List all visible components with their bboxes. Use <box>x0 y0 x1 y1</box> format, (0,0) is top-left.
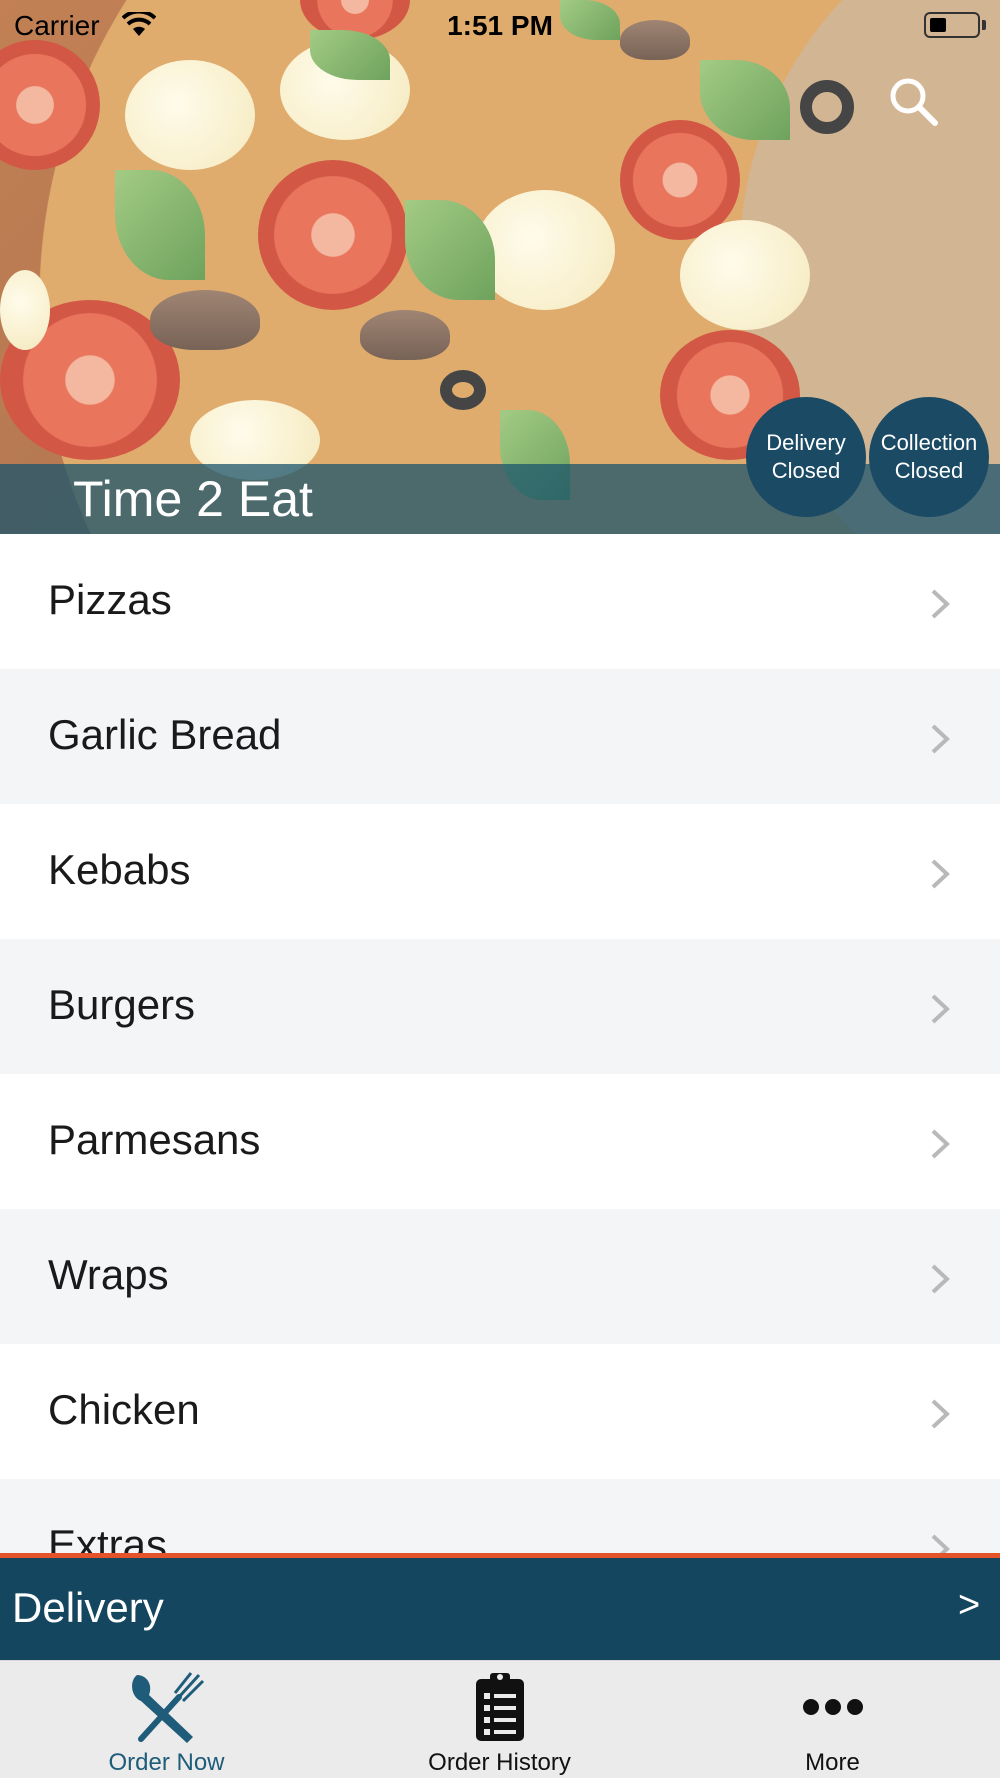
order-mode-bar[interactable]: Delivery > <box>0 1553 1000 1660</box>
clock-time: 1:51 PM <box>447 10 553 41</box>
menu-item-label: Pizzas <box>48 576 172 623</box>
tab-order-now[interactable]: Order Now <box>0 1661 333 1778</box>
fork-knife-icon <box>131 1672 204 1743</box>
battery-tip <box>982 20 986 30</box>
delivery-status-line1: Delivery <box>766 430 846 455</box>
tab-order-history[interactable]: Order History <box>333 1661 666 1778</box>
more-dots-icon <box>802 1699 863 1715</box>
menu-item-label: Kebabs <box>48 846 191 893</box>
order-mode-arrow: > <box>958 1584 981 1626</box>
order-mode-label: Delivery <box>12 1584 164 1631</box>
chevron-right-icon <box>931 1264 950 1294</box>
menu-category-list: Pizzas Garlic Bread Kebabs Burgers Parme… <box>0 534 1000 1554</box>
tab-label: More <box>805 1749 860 1776</box>
menu-item-garlic-bread[interactable]: Garlic Bread <box>0 669 1000 804</box>
menu-item-label: Extras <box>48 1521 168 1554</box>
chevron-right-icon <box>931 724 950 754</box>
delivery-status-badge[interactable]: Delivery Closed <box>746 397 866 517</box>
chevron-right-icon <box>931 589 950 619</box>
menu-item-label: Chicken <box>48 1386 200 1433</box>
chevron-right-icon <box>931 1129 950 1159</box>
clipboard-list-icon <box>475 1673 524 1741</box>
collection-status-badge[interactable]: Collection Closed <box>869 397 989 517</box>
delivery-status-line2: Closed <box>771 458 841 483</box>
chevron-right-icon <box>931 1399 950 1429</box>
menu-item-label: Garlic Bread <box>48 711 282 758</box>
tab-label: Order Now <box>108 1749 225 1776</box>
chevron-right-icon <box>931 859 950 889</box>
menu-item-wraps[interactable]: Wraps <box>0 1209 1000 1344</box>
chevron-right-icon <box>931 994 950 1024</box>
menu-item-kebabs[interactable]: Kebabs <box>0 804 1000 939</box>
status-bar: Carrier 1:51 PM <box>0 0 1000 50</box>
tab-label: Order History <box>428 1749 571 1776</box>
menu-item-pizzas[interactable]: Pizzas <box>0 534 1000 669</box>
menu-item-burgers[interactable]: Burgers <box>0 939 1000 1074</box>
menu-item-extras[interactable]: Extras <box>0 1479 1000 1554</box>
tab-more[interactable]: More <box>666 1661 999 1778</box>
search-icon[interactable] <box>888 76 940 128</box>
menu-item-parmesans[interactable]: Parmesans <box>0 1074 1000 1209</box>
menu-item-label: Wraps <box>48 1251 169 1298</box>
menu-item-chicken[interactable]: Chicken <box>0 1344 1000 1479</box>
menu-item-label: Burgers <box>48 981 196 1028</box>
restaurant-name: Time 2 Eat <box>73 471 313 527</box>
battery-icon <box>924 12 980 38</box>
tab-bar: Order Now Order History More <box>0 1660 1000 1778</box>
collection-status-line2: Closed <box>894 458 964 483</box>
collection-status-line1: Collection <box>880 430 978 455</box>
menu-item-label: Parmesans <box>48 1116 261 1163</box>
chevron-right-icon <box>931 1534 950 1554</box>
